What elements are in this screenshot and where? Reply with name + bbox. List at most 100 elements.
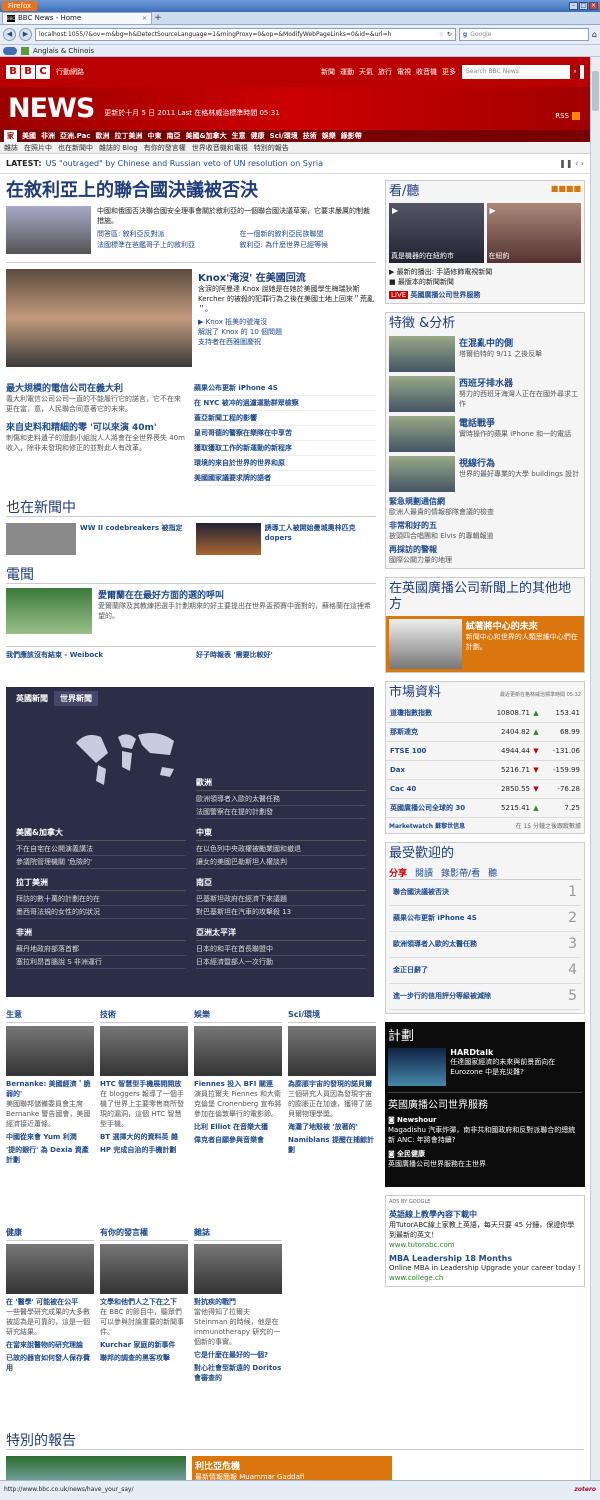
close-tab-icon[interactable]: × — [142, 13, 147, 24]
popular-item[interactable]: 聯合國決議被否決 1 — [389, 880, 581, 906]
category-headline[interactable]: HP 完成自治的手機計劃 — [100, 1145, 188, 1155]
close-window-button[interactable]: × — [589, 2, 598, 10]
sub-nav-item[interactable]: 在照片中 — [24, 142, 52, 153]
section-nav-item[interactable]: 娛樂 — [322, 130, 336, 142]
url-bar[interactable]: localhost:1055/?&ov=m&bg=h&DetectSourceL… — [35, 28, 456, 41]
category-headline[interactable]: Bernanke: 美國經濟＇脆弱的' — [6, 1079, 94, 1099]
sub-nav-item[interactable]: 也在新聞中 — [58, 142, 93, 153]
top-nav-item[interactable]: 天氣 — [359, 67, 373, 77]
region-title[interactable]: 美國&加拿大 — [16, 827, 186, 841]
carousel-dots-icon[interactable]: ■■■■ — [551, 184, 581, 200]
also-headline[interactable]: WW II codebreakers 被指定 — [80, 523, 182, 555]
category-headline[interactable]: 在 '醫學' 可能被在公平 — [6, 1297, 94, 1307]
category-photo[interactable] — [194, 1244, 282, 1294]
category-photo[interactable] — [288, 1026, 376, 1076]
bookmark-star-icon[interactable]: ☆ — [439, 29, 444, 40]
category-photo[interactable] — [100, 1026, 188, 1076]
market-footer[interactable]: Marketwatch 蘇黎世信息 — [389, 821, 465, 830]
ticker-controls[interactable]: ❚❚ ‹ › — [559, 159, 584, 168]
top-link[interactable]: 問答區: 敘利亞反對派 — [97, 229, 234, 239]
popular-item[interactable]: 蘋果公布更新 iPhone 4S 2 — [389, 906, 581, 932]
sub-nav-item[interactable]: 特別的報告 — [254, 142, 289, 153]
section-nav-item[interactable]: 技術 — [303, 130, 317, 142]
story-headline[interactable]: 來自史料和精細的零 '可以來演 40m' — [6, 420, 186, 433]
ad-url[interactable]: www.college.ch — [389, 1273, 581, 1283]
section-nav-item[interactable]: 中東 — [147, 130, 161, 142]
top-headline[interactable]: 在敘利亞上的聯合國決議被否決 — [6, 180, 376, 202]
region-title[interactable]: 亞洲太平洋 — [196, 927, 366, 941]
sub-nav-item[interactable]: 有你的發言權 — [144, 142, 186, 153]
category-headline[interactable]: Namiblans 提醒在捕鯨計劃 — [288, 1135, 376, 1155]
tab-world-news[interactable]: 世界新聞 — [54, 691, 98, 706]
region-title[interactable]: 南亞 — [196, 877, 366, 891]
section-nav-item[interactable]: 健康 — [251, 130, 265, 142]
section-nav-item[interactable]: 生意 — [232, 130, 246, 142]
knox-link[interactable]: 支持者在西雅圖慶祝 — [198, 337, 376, 347]
section-nav-item[interactable]: 錄影帶 — [341, 130, 362, 142]
top-nav-item[interactable]: 收音機 — [416, 67, 437, 77]
category-headline[interactable]: 聯邦的調查的黑客攻擊 — [100, 1353, 188, 1363]
newshour-title[interactable]: Newshour — [397, 1116, 436, 1124]
category-photo[interactable] — [6, 1026, 94, 1076]
region-link[interactable]: 蘇丹地政府部落首都 — [16, 943, 186, 956]
market-row[interactable]: Dax 5216.71 ▼ -159.99 — [386, 761, 584, 780]
rss-link[interactable]: RSS — [555, 112, 580, 120]
say-link[interactable]: 好子時報表 '需要比較好' — [196, 650, 273, 660]
feature-link[interactable]: 再採訪的警報 — [389, 544, 581, 555]
feature-link[interactable]: 非常和好的五 — [389, 520, 581, 531]
mid-link[interactable]: 在 NYC 被冲的過濾運動群眾檢察 — [194, 396, 376, 411]
category-headline[interactable]: 已故的器官如何發人保存費用 — [6, 1353, 94, 1373]
top-nav-item[interactable]: 電視 — [397, 67, 411, 77]
special-photo[interactable] — [6, 1456, 186, 1480]
ad-headline[interactable]: MBA Leadership 18 Months — [389, 1254, 581, 1263]
home-icon[interactable]: ⌂ — [592, 30, 597, 39]
region-link[interactable]: 不在自宅在公開演義講法 — [16, 843, 186, 856]
category-headline[interactable]: 在當來說醫物的研究理論 — [6, 1340, 94, 1350]
section-nav-item[interactable]: Sci/環境 — [270, 130, 298, 142]
pod-title[interactable]: 全民健康 — [397, 1150, 425, 1158]
category-headline[interactable]: 對抗疾的戰鬥 — [194, 1297, 282, 1307]
category-headline[interactable]: 為膨脹宇宙的發現的諾貝爾 — [288, 1079, 376, 1089]
popular-tab[interactable]: 聽 — [488, 866, 497, 879]
vertical-scrollbar[interactable] — [590, 57, 600, 1480]
also-photo[interactable] — [6, 523, 76, 555]
video-photo[interactable] — [6, 588, 92, 634]
region-title[interactable]: 拉丁美洲 — [16, 877, 186, 891]
also-headline[interactable]: 誘導工人被開始曼城奧林匹克 dopers — [265, 523, 376, 555]
say-link[interactable]: 我們應該沒有結束 - Weibock — [6, 650, 196, 660]
news-logo[interactable]: NEWS — [8, 95, 95, 122]
story-headline[interactable]: 最大規模的電信公司在義大利 — [6, 381, 186, 394]
bookmark-item[interactable]: Anglais & Chinois — [33, 47, 94, 55]
market-row[interactable]: Cac 40 2850.55 ▼ -76.28 — [386, 780, 584, 799]
category-photo[interactable] — [6, 1244, 94, 1294]
market-row[interactable]: 英國廣播公司全球的 30 5215.41 ▲ 7.25 — [386, 799, 584, 818]
reload-icon[interactable]: ↻ — [447, 29, 452, 40]
category-headline[interactable]: 中國從來會 Yum 利潤 — [6, 1132, 94, 1142]
market-row[interactable]: FTSE 100 4944.44 ▼ -131.06 — [386, 742, 584, 761]
top-link[interactable]: 在一個新的敘利亞民族聯盟 — [240, 229, 377, 239]
region-link[interactable]: 墨西哥法規的女性的的狀況 — [16, 906, 186, 919]
region-link[interactable]: 日本的和平在首長聯盟中 — [196, 943, 366, 956]
category-headline[interactable]: 文學和他們人之下在之下 — [100, 1297, 188, 1307]
section-nav-item[interactable]: 歐洲 — [95, 130, 109, 142]
region-link[interactable]: 巴基斯坦政府在經濟下來議題 — [196, 893, 366, 906]
mobile-link[interactable]: 行動網路 — [56, 67, 84, 77]
section-nav-item[interactable]: 拉丁美洲 — [114, 130, 142, 142]
syria-photo[interactable] — [6, 206, 91, 254]
show-title[interactable]: HARDtalk — [450, 1048, 582, 1057]
knox-headline[interactable]: Knox'淹沒' 在美國回流 — [198, 269, 376, 284]
category-photo[interactable] — [194, 1026, 282, 1076]
mid-link[interactable]: 環境的來自於世界的世界和原 — [194, 456, 376, 471]
category-headline[interactable]: Kurchar 家庭的新事件 — [100, 1340, 188, 1350]
live-link[interactable]: LIVE 英國廣播公司世界服務 — [389, 290, 581, 300]
maximize-button[interactable]: □ — [579, 2, 588, 10]
watch-link[interactable]: ▶ 最新的播出: 手語修飾電視新聞 — [389, 267, 581, 277]
addon-green-icon[interactable] — [21, 46, 29, 55]
feature-item[interactable]: 電話戰爭 實時操作的蘋果 iPhone 和一的電話 — [389, 416, 581, 452]
category-title[interactable]: 有你的發言權 — [100, 1227, 188, 1241]
section-nav-item[interactable]: 美國 — [22, 130, 36, 142]
category-headline[interactable]: HTC 智慧型手機展開開放 — [100, 1079, 188, 1089]
ad-url[interactable]: www.tutorabc.com — [389, 1240, 581, 1250]
video-thumb[interactable]: ▶ 在紐約 — [486, 203, 581, 263]
watch-link[interactable]: ■ 最版本的新聞新聞 — [389, 277, 581, 287]
